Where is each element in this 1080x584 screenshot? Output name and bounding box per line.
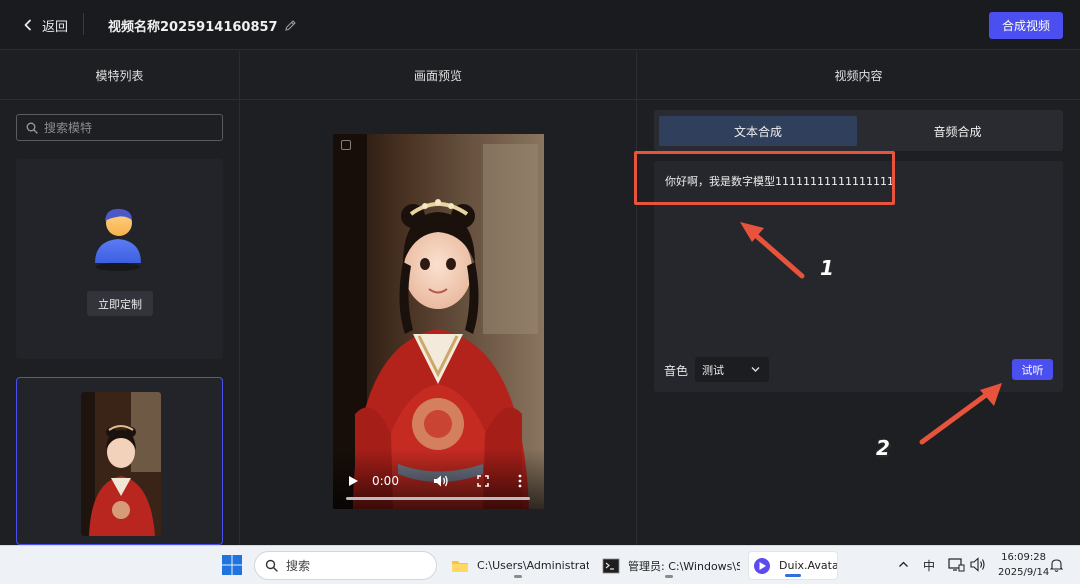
- search-placeholder: 搜索模特: [44, 121, 93, 135]
- player-controls: 0:00: [333, 449, 544, 509]
- taskbar-app-explorer[interactable]: C:\Users\Administrator\: [447, 551, 589, 580]
- video-title-text: 视频名称2025914160857: [108, 20, 278, 35]
- taskbar-app-label: Duix.Avatar: [779, 559, 838, 572]
- windows-taskbar: 搜索 C:\Users\Administrator\ 管理员: C:\Windo…: [0, 545, 1080, 584]
- chevron-up-icon[interactable]: [898, 559, 909, 570]
- content-column-header: 视频内容: [637, 51, 1080, 100]
- user-avatar-icon: [95, 208, 141, 271]
- models-column-header: 模特列表: [0, 51, 239, 100]
- tab-audio-synthesis[interactable]: 音频合成: [857, 116, 1058, 146]
- search-icon: [26, 122, 38, 134]
- model-search-input[interactable]: 搜索模特: [16, 114, 223, 141]
- system-clock[interactable]: 16:09:28 2025/9/14: [998, 550, 1050, 580]
- terminal-icon: [602, 558, 620, 573]
- annotation-number-1: 1: [820, 256, 834, 280]
- folder-icon: [452, 560, 468, 572]
- back-button[interactable]: 返回: [22, 16, 69, 35]
- compose-video-button[interactable]: 合成视频: [989, 12, 1063, 39]
- taskbar-app-duix-avatar[interactable]: Duix.Avatar: [748, 551, 838, 580]
- voice-selected-value: 测试: [702, 363, 724, 377]
- duix-avatar-icon: [754, 557, 770, 574]
- voice-label: 音色: [664, 364, 689, 378]
- picture-in-picture-icon: [341, 140, 351, 150]
- taskbar-app-label: C:\Users\Administrator\: [477, 559, 589, 572]
- edit-pencil-icon[interactable]: [284, 19, 297, 32]
- running-indicator: [514, 575, 522, 578]
- customize-now-button[interactable]: 立即定制: [87, 291, 153, 316]
- player-time: 0:00: [372, 474, 399, 488]
- search-icon: [265, 559, 278, 572]
- taskbar-search-label: 搜索: [286, 559, 311, 573]
- running-indicator: [665, 575, 673, 578]
- top-bar: 返回 视频名称2025914160857 合成视频: [0, 0, 1080, 50]
- taskbar-app-terminal[interactable]: 管理员: C:\Windows\Sys: [598, 551, 740, 580]
- network-icon[interactable]: [948, 557, 965, 572]
- taskbar-app-label: 管理员: C:\Windows\Sys: [628, 559, 740, 573]
- clock-date: 2025/9/14: [998, 567, 1050, 578]
- divider: [83, 13, 84, 35]
- custom-model-card[interactable]: 立即定制: [16, 159, 223, 359]
- back-label: 返回: [42, 19, 69, 35]
- more-options-icon[interactable]: [517, 474, 523, 488]
- preview-listen-button[interactable]: 试听: [1012, 359, 1053, 380]
- clock-time: 16:09:28: [1001, 552, 1046, 563]
- fullscreen-icon[interactable]: [477, 475, 489, 487]
- model-thumbnail: [81, 392, 161, 536]
- ime-indicator[interactable]: 中: [923, 557, 935, 574]
- column-divider: [636, 51, 637, 545]
- column-divider: [239, 51, 240, 545]
- notification-bell-icon[interactable]: [1050, 558, 1063, 572]
- active-indicator: [785, 574, 801, 577]
- volume-icon[interactable]: [433, 474, 449, 488]
- tab-text-synthesis[interactable]: 文本合成: [659, 116, 857, 146]
- play-icon[interactable]: [347, 475, 359, 487]
- video-title[interactable]: 视频名称2025914160857: [108, 16, 297, 35]
- annotation-number-2: 2: [876, 436, 890, 460]
- chevron-left-icon: [24, 19, 31, 31]
- volume-icon[interactable]: [970, 557, 986, 572]
- video-preview-player[interactable]: 0:00: [333, 134, 544, 509]
- preview-column-header: 画面预览: [240, 51, 636, 100]
- annotation-highlight-box: [634, 151, 895, 205]
- voice-select[interactable]: 测试: [695, 357, 769, 382]
- player-progress-bar[interactable]: [346, 497, 530, 500]
- synthesis-tabs: 文本合成 音频合成: [654, 110, 1063, 151]
- model-card-selected[interactable]: [16, 377, 223, 545]
- taskbar-search[interactable]: 搜索: [254, 551, 437, 580]
- windows-start-icon[interactable]: [221, 554, 243, 576]
- chevron-down-icon: [751, 367, 760, 372]
- app-window: 返回 视频名称2025914160857 合成视频 模特列表 画面预览 视频内容…: [0, 0, 1080, 545]
